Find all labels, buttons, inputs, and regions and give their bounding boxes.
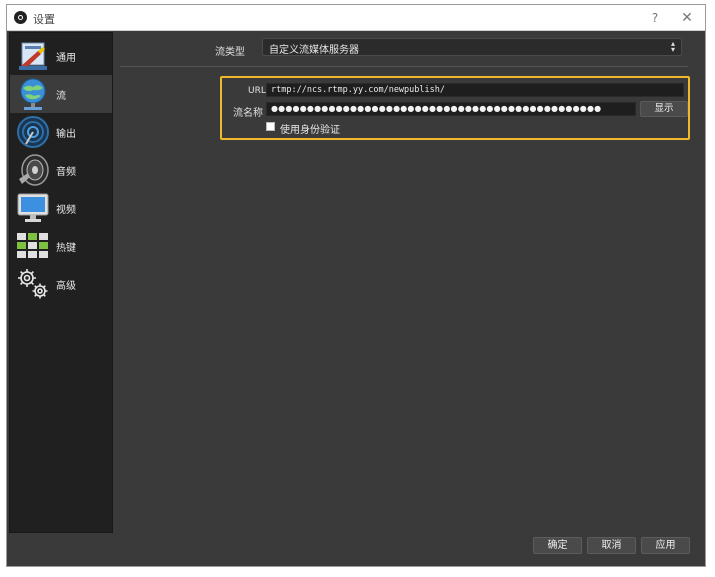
obs-logo-icon [14,11,27,24]
title-bar: 设置 ? ✕ [7,5,705,31]
sidebar-item-label: 高级 [56,280,76,292]
sidebar-item-label: 流 [56,90,66,102]
sidebar-item-advanced[interactable]: 高级 [10,265,112,303]
output-icon [16,115,50,149]
help-button[interactable]: ? [647,9,663,27]
ok-button[interactable]: 确定 [533,537,582,554]
sidebar-item-audio[interactable]: 音频 [10,151,112,189]
speaker-icon [16,153,50,187]
stream-key-label: 流名称 [233,108,263,119]
cancel-button[interactable]: 取消 [587,537,636,554]
sidebar-item-label: 输出 [56,128,76,140]
gears-icon [16,267,50,301]
sidebar-item-output[interactable]: 输出 [10,113,112,151]
use-auth-checkbox[interactable] [266,122,275,131]
sidebar-item-label: 音频 [56,166,76,178]
sidebar-item-label: 通用 [56,52,76,64]
sidebar-item-label: 热键 [56,242,76,254]
stream-type-select[interactable]: 自定义流媒体服务器 ▴ ▾ [262,38,682,56]
updown-arrow-icon: ▴ ▾ [670,39,675,54]
general-icon [16,39,50,73]
url-input[interactable]: rtmp://ncs.rtmp.yy.com/newpublish/ [266,83,684,97]
sidebar-item-stream[interactable]: 流 [10,75,112,113]
apply-button[interactable]: 应用 [641,537,690,554]
monitor-icon [16,191,50,225]
window-title: 设置 [33,13,55,26]
stream-globe-icon [16,77,50,111]
stream-settings-panel: 流类型 自定义流媒体服务器 ▴ ▾ URL rtmp://ncs.rtmp.yy.… [120,32,690,532]
divider [120,66,688,67]
settings-sidebar: 通用 流 输出 音频 视频 热键 高级 [9,32,113,533]
stream-type-label: 流类型 [215,47,245,58]
sidebar-item-video[interactable]: 视频 [10,189,112,227]
show-key-button[interactable]: 显示 [640,101,688,117]
stream-key-input[interactable]: ●●●●●●●●●●●●●●●●●●●●●●●●●●●●●●●●●●●●●●●●… [266,102,636,116]
sidebar-item-general[interactable]: 通用 [10,37,112,75]
stream-type-value: 自定义流媒体服务器 [269,45,359,56]
sidebar-item-label: 视频 [56,204,76,216]
use-auth-label: 使用身份验证 [280,125,340,136]
url-label: URL [248,86,266,96]
close-button[interactable]: ✕ [678,9,696,27]
keyboard-icon [16,229,50,263]
sidebar-item-hotkeys[interactable]: 热键 [10,227,112,265]
